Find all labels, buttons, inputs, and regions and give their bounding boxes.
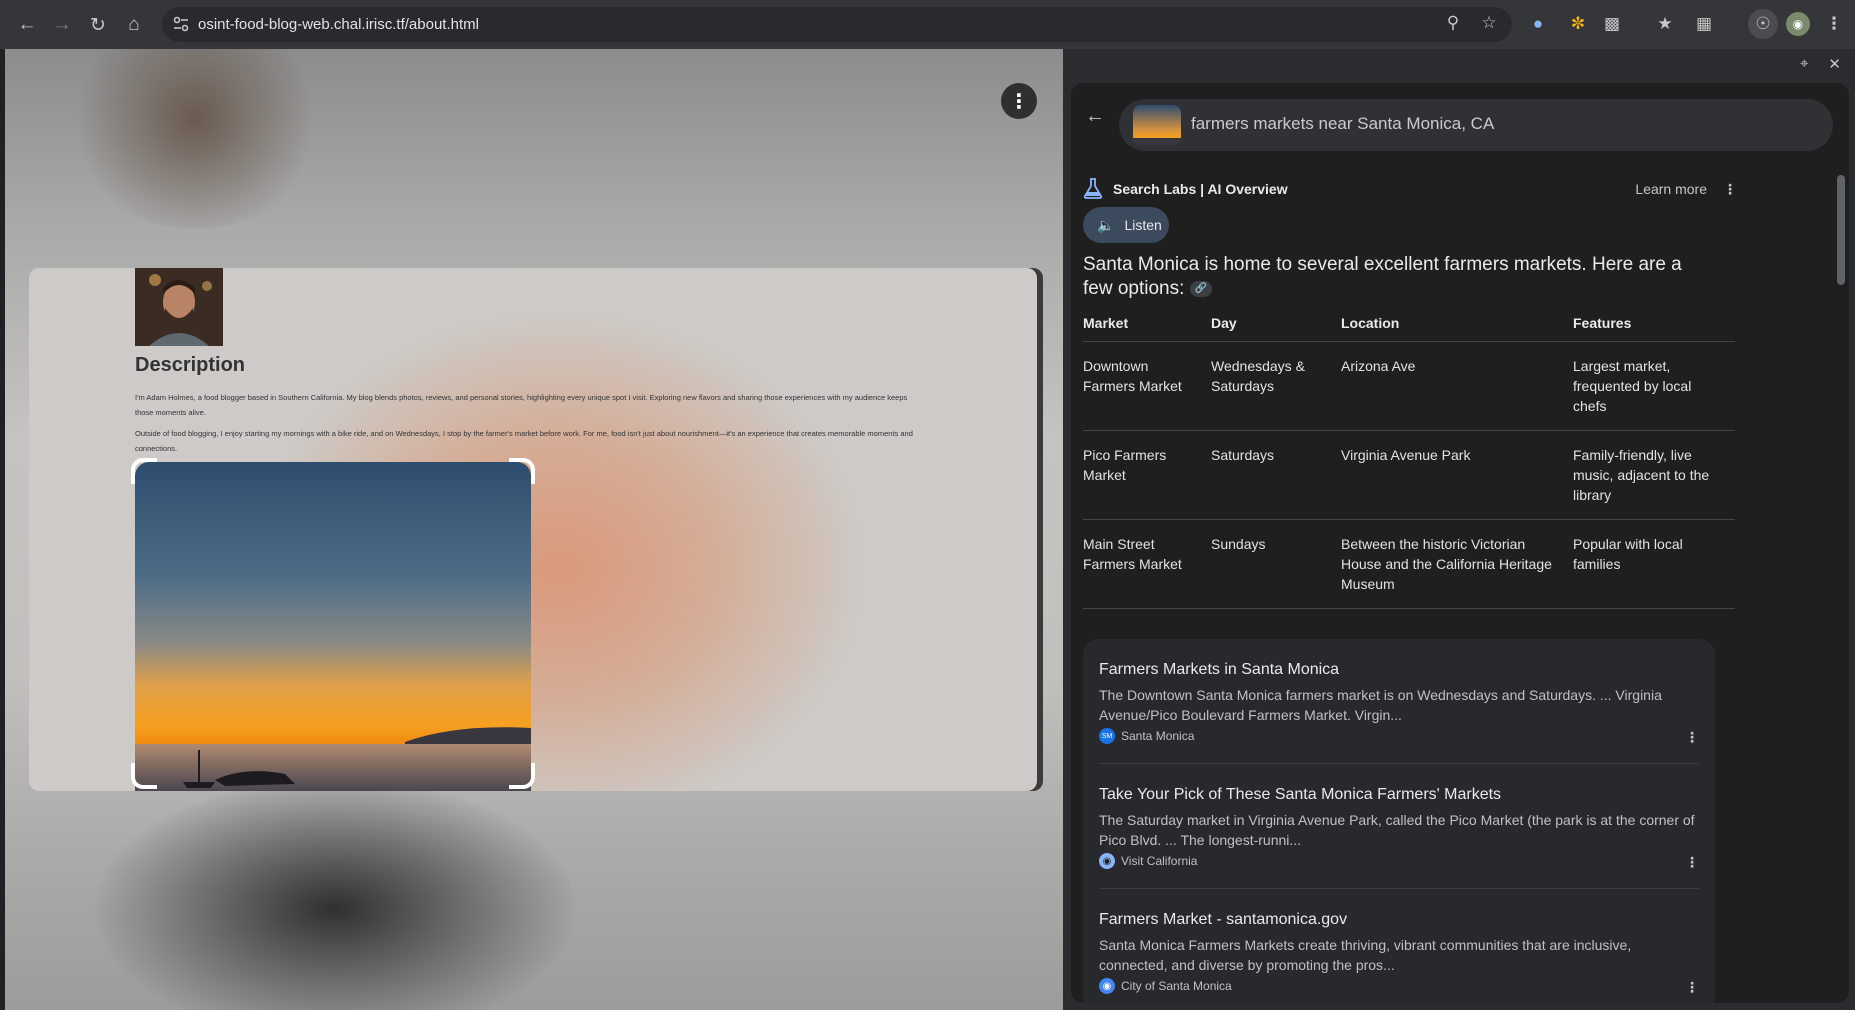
search-query-text[interactable]: farmers markets near Santa Monica, CA: [1191, 114, 1494, 134]
back-icon[interactable]: ←: [12, 10, 42, 40]
table-cell: Sundays: [1211, 519, 1341, 609]
scrollbar[interactable]: [1833, 163, 1849, 1003]
listen-label: Listen: [1124, 217, 1162, 233]
side-panel-lens-icon[interactable]: ☉: [1748, 9, 1778, 39]
result-menu-icon[interactable]: ⋮: [1685, 729, 1699, 746]
source-name: City of Santa Monica: [1121, 979, 1232, 993]
result-menu-icon[interactable]: ⋮: [1685, 854, 1699, 871]
home-icon[interactable]: ⌂: [119, 10, 149, 40]
table-row: Pico Farmers Market Saturdays Virginia A…: [1083, 430, 1735, 520]
selection-corner-handle[interactable]: [509, 763, 535, 789]
extensions-puzzle-icon[interactable]: ▩: [1600, 12, 1624, 36]
markets-table: Market Day Location Features Downtown Fa…: [1083, 309, 1735, 609]
table-cell: Wednesdays & Saturdays: [1211, 341, 1341, 431]
column-header: Location: [1341, 309, 1573, 342]
table-cell: Saturdays: [1211, 430, 1341, 520]
table-cell: Main Street Farmers Market: [1083, 519, 1211, 609]
learn-more-link[interactable]: Learn more: [1635, 181, 1707, 197]
close-icon[interactable]: ✕: [1828, 55, 1841, 73]
site-info-icon[interactable]: [172, 15, 190, 33]
visit-california-favicon-icon: ◉: [1099, 853, 1115, 869]
result-item[interactable]: Take Your Pick of These Santa Monica Far…: [1099, 764, 1699, 889]
result-title[interactable]: Take Your Pick of These Santa Monica Far…: [1099, 786, 1501, 804]
author-avatar: [135, 268, 223, 346]
labs-title: Search Labs | AI Overview: [1113, 181, 1288, 197]
selection-corner-handle[interactable]: [131, 458, 157, 484]
side-panel: ⌖ ✕ ← farmers markets near Santa Monica,…: [1063, 49, 1855, 1010]
bookmark-star-icon[interactable]: ☆: [1478, 13, 1500, 33]
search-thumbnail: [1133, 105, 1181, 145]
table-cell: Popular with local families: [1573, 519, 1735, 609]
table-cell: Arizona Ave: [1341, 341, 1573, 431]
background-shadow-blur: [95, 779, 575, 1010]
result-snippet: The Downtown Santa Monica farmers market…: [1099, 687, 1662, 723]
browser-menu-icon[interactable]: ⋮: [1822, 12, 1846, 36]
source-name: Visit California: [1121, 854, 1198, 868]
zoom-icon[interactable]: ⚲: [1442, 13, 1464, 33]
table-cell: Family-friendly, live music, adjacent to…: [1573, 430, 1735, 520]
labs-header: Search Labs | AI Overview Learn more ⋮: [1083, 173, 1743, 203]
table-cell: Largest market, frequented by local chef…: [1573, 341, 1735, 431]
scrollbar-thumb[interactable]: [1837, 175, 1845, 285]
summary-text: Santa Monica is home to several excellen…: [1083, 254, 1682, 299]
column-header: Features: [1573, 309, 1735, 342]
overview-menu-icon[interactable]: ⋮: [1723, 181, 1737, 198]
table-cell: Pico Farmers Market: [1083, 430, 1211, 520]
result-source[interactable]: ◉ City of Santa Monica: [1099, 978, 1232, 994]
overview-summary: Santa Monica is home to several excellen…: [1083, 253, 1703, 301]
table-cell: Downtown Farmers Market: [1083, 341, 1211, 431]
bookmarks-icon[interactable]: ★: [1653, 12, 1677, 36]
result-snippet: The Saturday market in Virginia Avenue P…: [1099, 812, 1695, 848]
city-favicon-icon: ◉: [1099, 978, 1115, 994]
pin-icon[interactable]: ⌖: [1800, 55, 1808, 73]
table-row: Downtown Farmers Market Wednesdays & Sat…: [1083, 341, 1735, 431]
result-title[interactable]: Farmers Market - santamonica.gov: [1099, 911, 1347, 929]
lens-overlay-menu-button[interactable]: ⋮: [1001, 83, 1037, 119]
table-cell: Between the historic Victorian House and…: [1341, 519, 1573, 609]
extension-drop-icon[interactable]: ●: [1526, 12, 1550, 36]
table-row: Main Street Farmers Market Sundays Betwe…: [1083, 519, 1735, 609]
forward-icon[interactable]: →: [47, 10, 77, 40]
speaker-icon: 🔈: [1097, 216, 1115, 233]
link-icon[interactable]: 🔗: [1189, 280, 1212, 297]
result-snippet: Santa Monica Farmers Markets create thri…: [1099, 937, 1632, 973]
result-menu-icon[interactable]: ⋮: [1685, 979, 1699, 996]
table-cell: Virginia Avenue Park: [1341, 430, 1573, 520]
about-card: Description I'm Adam Holmes, a food blog…: [29, 268, 1037, 791]
background-blur: [65, 49, 325, 229]
sunset-photo: [135, 462, 531, 791]
lens-search-bar[interactable]: farmers markets near Santa Monica, CA: [1119, 99, 1833, 151]
selection-corner-handle[interactable]: [131, 763, 157, 789]
extension-cookie-icon[interactable]: ✼: [1566, 12, 1590, 36]
bio-paragraph-2: Outside of food blogging, I enjoy starti…: [135, 429, 913, 453]
selection-corner-handle[interactable]: [509, 458, 535, 484]
panel-back-icon[interactable]: ←: [1085, 105, 1105, 128]
profile-avatar-icon[interactable]: ◉: [1786, 12, 1810, 36]
santa-monica-favicon-icon: SM: [1099, 728, 1115, 744]
description-heading: Description: [135, 354, 246, 376]
bio-paragraph-1: I'm Adam Holmes, a food blogger based in…: [135, 393, 908, 417]
browser-toolbar: ← → ↻ ⌂ osint-food-blog-web.chal.irisc.t…: [0, 0, 1855, 49]
source-name: Santa Monica: [1121, 729, 1195, 743]
translate-icon[interactable]: ▦: [1692, 12, 1716, 36]
result-source[interactable]: SM Santa Monica: [1099, 728, 1194, 744]
listen-button[interactable]: 🔈 Listen: [1083, 207, 1169, 243]
result-source[interactable]: ◉ Visit California: [1099, 853, 1197, 869]
result-item[interactable]: Farmers Markets in Santa Monica The Down…: [1099, 639, 1699, 764]
source-results: Farmers Markets in Santa Monica The Down…: [1083, 639, 1715, 1003]
result-item[interactable]: Farmers Market - santamonica.gov Santa M…: [1099, 889, 1699, 1003]
lens-results-panel: ← farmers markets near Santa Monica, CA …: [1071, 83, 1849, 1003]
reload-icon[interactable]: ↻: [83, 10, 113, 40]
lens-selection-region[interactable]: [131, 458, 535, 791]
table-header-row: Market Day Location Features: [1083, 309, 1735, 342]
address-bar[interactable]: osint-food-blog-web.chal.irisc.tf/about.…: [162, 7, 1512, 42]
url-text[interactable]: osint-food-blog-web.chal.irisc.tf/about.…: [198, 16, 479, 33]
column-header: Market: [1083, 309, 1211, 342]
result-title[interactable]: Farmers Markets in Santa Monica: [1099, 661, 1339, 679]
web-page: ⋮ Description I'm Adam Holmes, a food bl…: [5, 49, 1063, 1010]
column-header: Day: [1211, 309, 1341, 342]
flask-icon: [1083, 178, 1103, 199]
